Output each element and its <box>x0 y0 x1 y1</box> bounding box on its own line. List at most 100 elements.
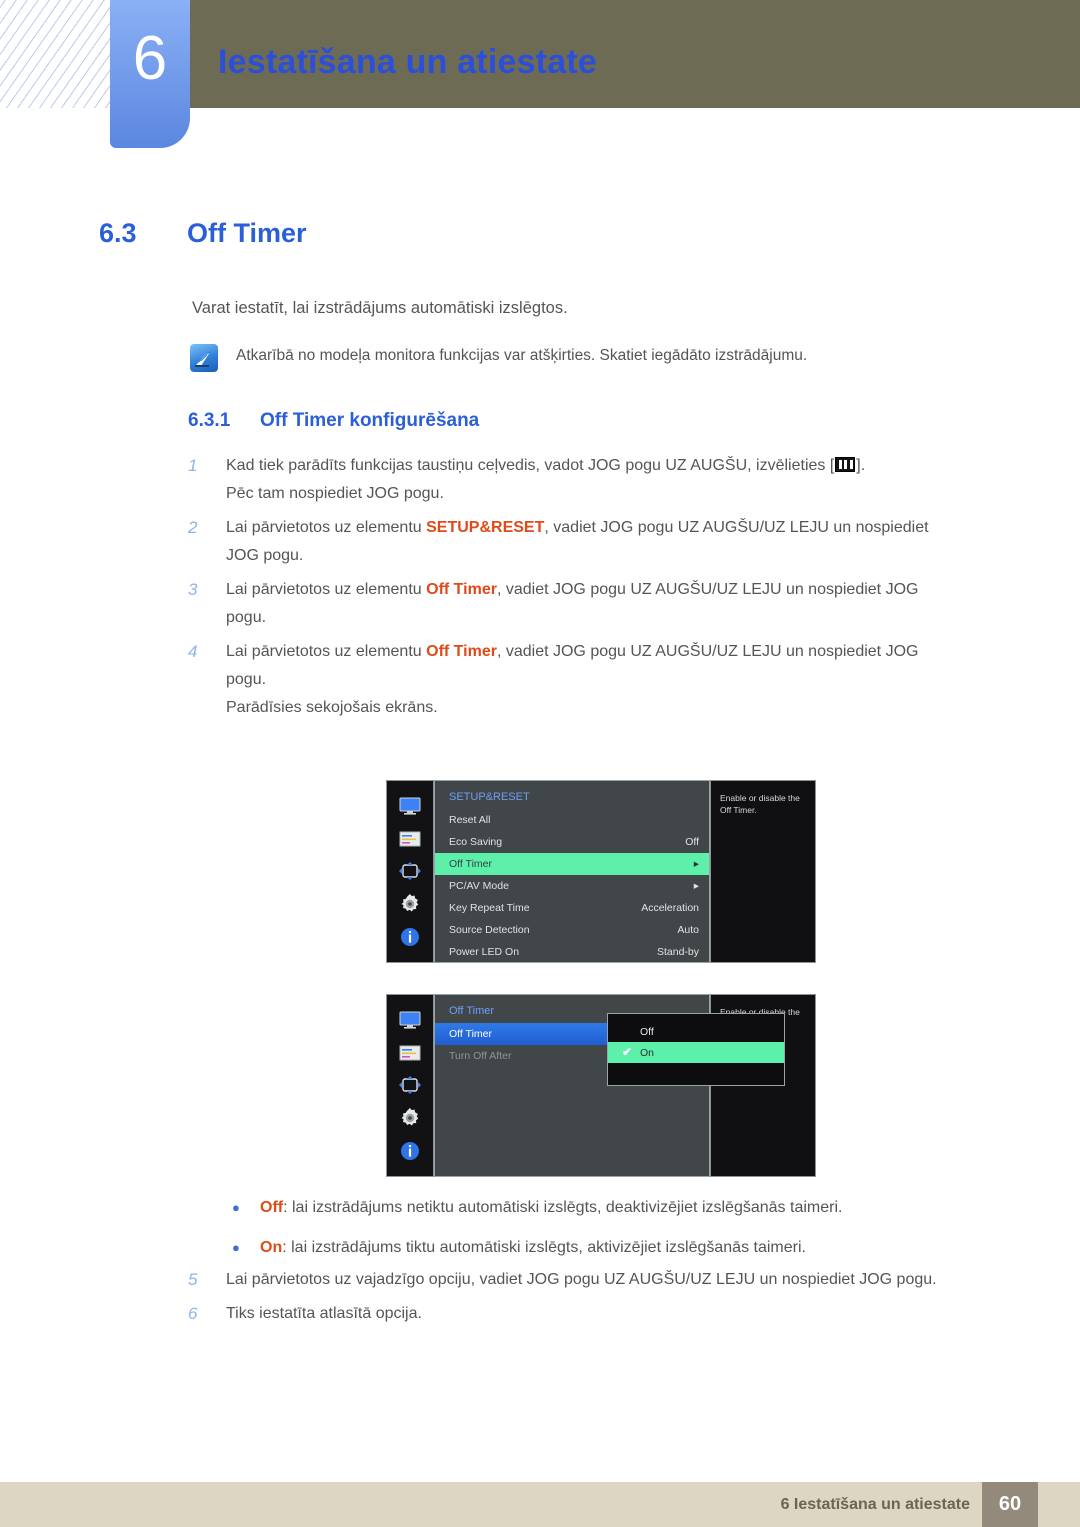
osd-item-label: Eco Saving <box>449 836 503 848</box>
bullet-item-on: ● On: lai izstrādājums tiktu automātiski… <box>232 1236 1002 1260</box>
step-line: pogu. <box>226 671 267 688</box>
osd-item-value: Off <box>685 836 699 848</box>
step-highlight: Off Timer <box>426 581 497 598</box>
options-bullet-list: ● Off: lai izstrādājums netiktu automāti… <box>232 1196 1002 1276</box>
position-arrows-icon <box>397 1074 423 1096</box>
check-icon: ✔ <box>622 1045 633 1059</box>
section-number: 6.3 <box>99 218 137 248</box>
osd-menu-item-pc-av-mode[interactable]: PC/AV Mode ▸ <box>435 875 709 897</box>
step-highlight: SETUP&RESET <box>426 519 545 536</box>
step-number: 3 <box>188 580 198 599</box>
osd-screenshot-setup-reset: SETUP&RESET Reset All Eco Saving Off Off… <box>386 780 816 963</box>
step-body: Kad tiek parādīts funkcijas taustiņu ceļ… <box>226 452 1000 508</box>
step-text-post: , vadiet JOG pogu UZ AUGŠU/UZ LEJU un no… <box>544 519 929 536</box>
osd-option-label: Off <box>640 1025 654 1038</box>
bullet-highlight: Off <box>260 1199 284 1216</box>
osd-option-label: On <box>640 1046 655 1059</box>
osd-item-label: Off Timer <box>449 858 492 870</box>
section-title: Off Timer <box>187 218 307 248</box>
osd-item-value: ▸ <box>693 858 699 870</box>
osd-item-value: Auto <box>677 924 699 936</box>
section-intro-text: Varat iestatīt, lai izstrādājums automāt… <box>192 299 568 317</box>
osd-item-label: PC/AV Mode <box>449 880 509 892</box>
quill-note-icon <box>190 344 218 372</box>
monitor-icon <box>397 1009 423 1031</box>
gear-icon <box>397 893 423 915</box>
step-item: 2 Lai pārvietotos uz elementu SETUP&RESE… <box>188 514 1000 570</box>
chapter-title: Iestatīšana un atiestate <box>218 43 597 81</box>
chapter-number: 6 <box>132 24 168 93</box>
bullet-text: Off: lai izstrādājums netiktu automātisk… <box>260 1196 842 1220</box>
step-line: Lai pārvietotos uz elementu Off Timer, v… <box>226 638 1000 666</box>
step-body: Tiks iestatīta atlasītā opcija. <box>226 1300 1000 1328</box>
step-item: 5 Lai pārvietotos uz vajadzīgo opciju, v… <box>188 1266 1000 1294</box>
step-text-pre: Kad tiek parādīts funkcijas taustiņu ceļ… <box>226 457 835 474</box>
step-line: pogu. <box>226 609 267 626</box>
bullet-body: : lai izstrādājums tiktu automātiski izs… <box>282 1239 806 1256</box>
step-text-pre: Lai pārvietotos uz elementu <box>226 581 427 598</box>
osd-menu-item-source-detection[interactable]: Source Detection Auto <box>435 919 709 941</box>
osd-menu-item-reset-all[interactable]: Reset All <box>435 809 709 831</box>
step-item: 1 Kad tiek parādīts funkcijas taustiņu c… <box>188 452 1000 508</box>
step-line: Lai pārvietotos uz elementu Off Timer, v… <box>226 576 1000 604</box>
osd-menu-title: SETUP&RESET <box>449 791 530 803</box>
step-item: 6 Tiks iestatīta atlasītā opcija. <box>188 1300 1000 1328</box>
osd-item-value: ▸ <box>693 880 699 892</box>
gear-icon <box>397 1107 423 1129</box>
osd-menu-item-key-repeat-time[interactable]: Key Repeat Time Acceleration <box>435 897 709 919</box>
step-text-pre: Lai pārvietotos uz elementu <box>226 519 427 536</box>
subsection-number: 6.3.1 <box>188 410 231 431</box>
step-number: 6 <box>188 1304 198 1323</box>
step-text-post: , vadiet JOG pogu UZ AUGŠU/UZ LEJU un no… <box>496 643 919 660</box>
step-line: Lai pārvietotos uz vajadzīgo opciju, vad… <box>226 1271 937 1288</box>
section-heading: 6.3 Off Timer <box>99 216 307 250</box>
osd-help-panel: Enable or disable the Off Timer. <box>710 780 816 963</box>
osd-item-value: Stand-by <box>656 946 699 958</box>
step-body: Lai pārvietotos uz elementu Off Timer, v… <box>226 638 1000 722</box>
osd-option-off[interactable]: Off <box>618 1021 774 1042</box>
jog-menu-icon <box>835 457 856 472</box>
osd-menu-item-power-led-on[interactable]: Power LED On Stand-by <box>435 941 709 963</box>
step-line: Kad tiek parādīts funkcijas taustiņu ceļ… <box>226 452 1000 480</box>
step-item: 4 Lai pārvietotos uz elementu Off Timer,… <box>188 638 1000 722</box>
osd-option-on[interactable]: ✔ On <box>608 1042 784 1063</box>
osd-menu-item-eco-saving[interactable]: Eco Saving Off <box>435 831 709 853</box>
steps-list-tail: 5 Lai pārvietotos uz vajadzīgo opciju, v… <box>188 1266 1000 1334</box>
bullet-dot-icon: ● <box>232 1200 240 1215</box>
footer-page-number: 60 <box>982 1482 1038 1527</box>
osd-item-label: Reset All <box>449 814 491 826</box>
step-body: Lai pārvietotos uz elementu SETUP&RESET,… <box>226 514 1000 570</box>
osd-item-value: Acceleration <box>641 902 699 914</box>
step-highlight: Off Timer <box>426 643 497 660</box>
subsection-heading: 6.3.1 Off Timer konfigurēšana <box>188 408 479 434</box>
steps-list: 1 Kad tiek parādīts funkcijas taustiņu c… <box>188 452 1000 728</box>
bullet-highlight: On <box>260 1239 283 1256</box>
position-arrows-icon <box>397 860 423 882</box>
step-line: JOG pogu. <box>226 547 304 564</box>
footer-chapter-label: 6 Iestatīšana un atiestate <box>780 1496 970 1513</box>
note-text: Atkarībā no modeļa monitora funkcijas va… <box>236 347 808 364</box>
step-text-post: ]. <box>856 457 866 474</box>
step-text-pre: Lai pārvietotos uz elementu <box>226 643 427 660</box>
step-body: Lai pārvietotos uz vajadzīgo opciju, vad… <box>226 1266 1000 1294</box>
monitor-icon <box>397 795 423 817</box>
step-item: 3 Lai pārvietotos uz elementu Off Timer,… <box>188 576 1000 632</box>
step-line: Tiks iestatīta atlasītā opcija. <box>226 1305 422 1322</box>
osd-menu-item-off-timer[interactable]: Off Timer <box>435 1023 611 1045</box>
page-footer: 6 Iestatīšana un atiestate 60 <box>0 1482 1080 1527</box>
osd-item-label: Source Detection <box>449 924 530 936</box>
osd-menu-panel: SETUP&RESET Reset All Eco Saving Off Off… <box>434 780 710 963</box>
osd-menu-panel: Off Timer Off Timer Turn Off After Off ✔… <box>434 994 785 1177</box>
step-number: 5 <box>188 1270 198 1289</box>
osd-item-label: Power LED On <box>449 946 520 958</box>
osd-menu-item-off-timer[interactable]: Off Timer ▸ <box>435 853 709 875</box>
step-line: Pēc tam nospiediet JOG pogu. <box>226 485 444 502</box>
step-line: Lai pārvietotos uz elementu SETUP&RESET,… <box>226 514 1000 542</box>
bullet-body: : lai izstrādājums netiktu automātiski i… <box>283 1199 843 1216</box>
step-number: 4 <box>188 642 198 661</box>
picture-sliders-icon <box>397 1042 423 1064</box>
osd-dropdown-popup: Off ✔ On <box>607 1013 785 1086</box>
bullet-dot-icon: ● <box>232 1240 240 1255</box>
info-icon <box>397 926 423 948</box>
step-number: 1 <box>188 456 198 475</box>
